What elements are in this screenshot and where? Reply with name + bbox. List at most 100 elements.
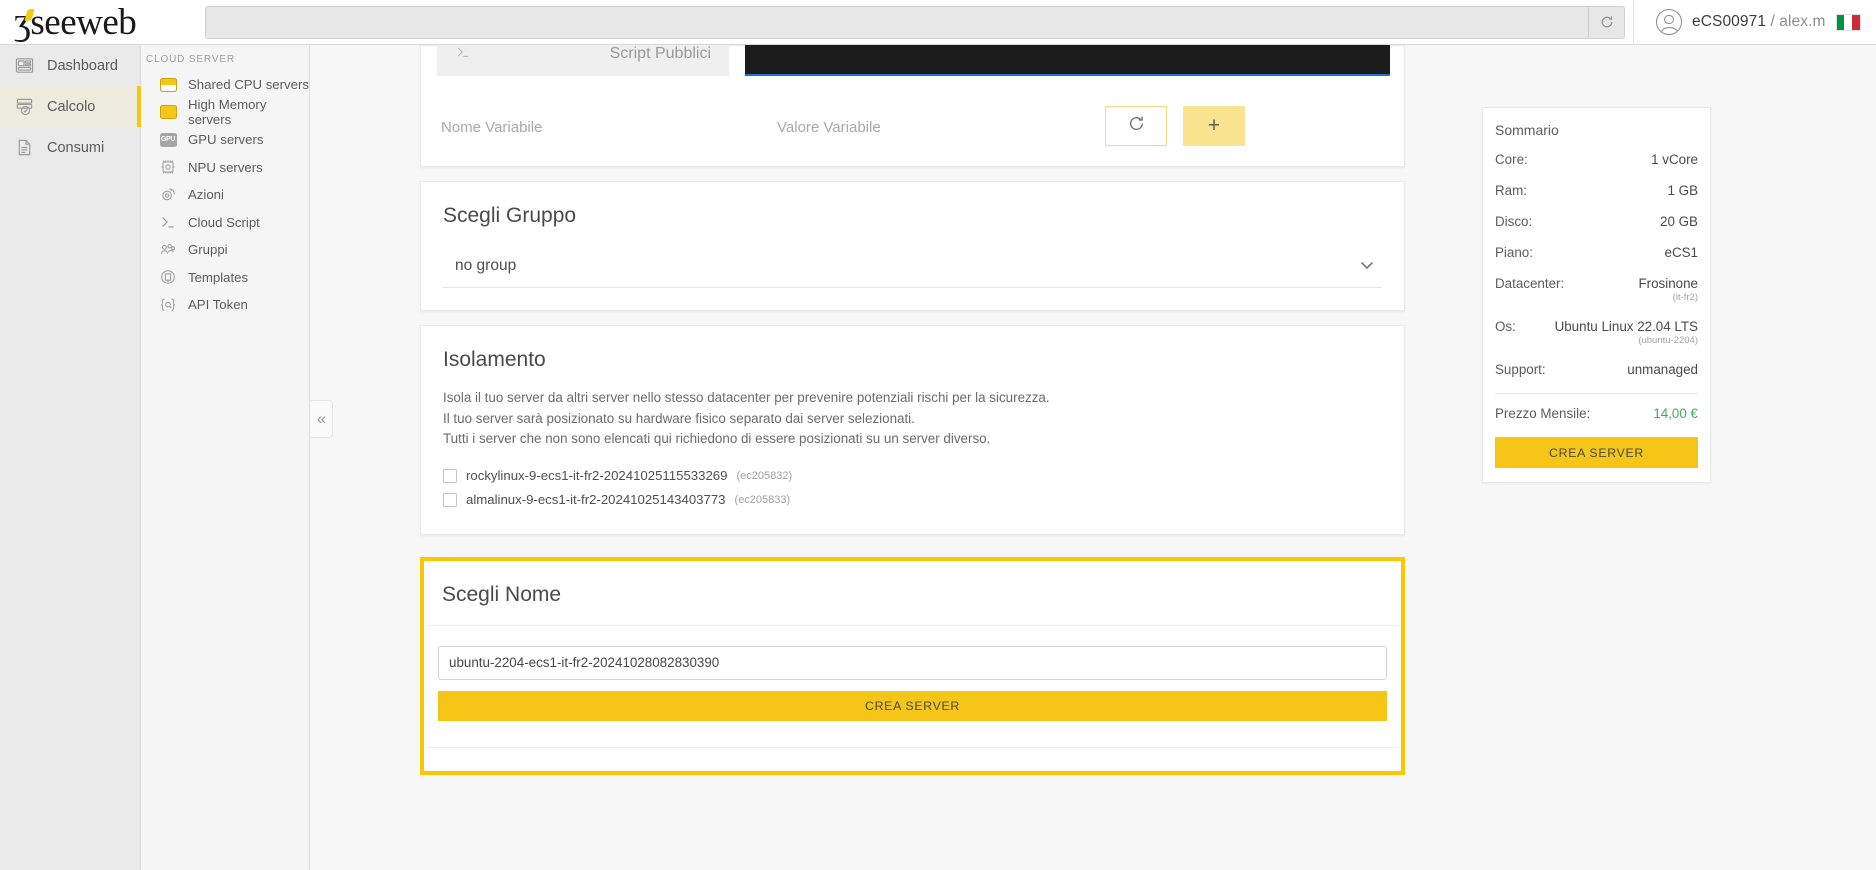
- account-separator: /: [1766, 13, 1780, 30]
- summary-label: Core:: [1495, 152, 1528, 167]
- subnav-item-label: High Memory servers: [188, 97, 267, 128]
- variable-name-placeholder[interactable]: Nome Variabile: [441, 119, 542, 136]
- summary-panel: Sommario Core: 1 vCore Ram: 1 GB Disco: …: [1482, 107, 1711, 483]
- gear-refresh-icon: [158, 185, 178, 205]
- script-public-tab[interactable]: Script Pubblici: [437, 45, 729, 76]
- summary-value-sub: (ubuntu-2204): [1638, 335, 1698, 346]
- summary-label: Support:: [1495, 362, 1546, 377]
- group-select-value: no group: [455, 256, 517, 274]
- cloud-script-card: Script Pubblici Nome Variabile Valore Va…: [420, 45, 1405, 167]
- name-section-footer: [426, 746, 1399, 769]
- secondary-sidebar: CLOUD SERVER Shared CPU servers High Mem…: [141, 45, 310, 870]
- global-search[interactable]: [205, 5, 1625, 39]
- subnav-item-templates[interactable]: Templates: [141, 264, 309, 292]
- script-public-tab-label: Script Pubblici: [609, 45, 711, 62]
- sidebar-item-label: Consumi: [47, 139, 105, 156]
- summary-value: 1 vCore: [1651, 152, 1698, 167]
- server-name-input[interactable]: [438, 645, 1387, 680]
- chevron-down-icon: [1360, 258, 1374, 273]
- summary-row-piano: Piano: eCS1: [1495, 245, 1698, 260]
- summary-label: Ram:: [1495, 183, 1527, 198]
- isolation-server-id: (ec205832): [736, 469, 793, 482]
- isolation-checkbox[interactable]: [443, 468, 457, 483]
- variables-add-button[interactable]: +: [1183, 106, 1245, 146]
- list-item[interactable]: almalinux-9-ecs1-it-fr2-2024102514340377…: [443, 488, 1382, 512]
- summary-row-disco: Disco: 20 GB: [1495, 214, 1698, 229]
- summary-value: eCS1: [1664, 245, 1699, 260]
- sidebar-collapse-button[interactable]: «: [311, 400, 333, 438]
- summary-row-datacenter: Datacenter: Frosinone (it-fr2): [1495, 276, 1698, 303]
- summary-value: unmanaged: [1627, 362, 1698, 377]
- isolation-server-list: rockylinux-9-ecs1-it-fr2-202410251155332…: [421, 450, 1404, 534]
- form-column: Script Pubblici Nome Variabile Valore Va…: [420, 45, 1405, 775]
- summary-row-ram: Ram: 1 GB: [1495, 183, 1698, 198]
- plus-icon: +: [1207, 114, 1221, 137]
- group-select[interactable]: no group: [443, 244, 1382, 288]
- search-input[interactable]: [206, 6, 1588, 38]
- sidebar-item-calcolo[interactable]: Calcolo: [0, 86, 141, 127]
- subnav-item-label: API Token: [188, 297, 248, 313]
- primary-sidebar: Dashboard Calcolo Consumi: [0, 45, 141, 870]
- summary-value: Frosinone (it-fr2): [1638, 276, 1698, 303]
- user-menu[interactable]: eCS00971 / alex.m: [1633, 0, 1875, 45]
- top-header: ʒ seeweb eCS00971 / alex.m: [0, 0, 1876, 45]
- isolation-server-name: rockylinux-9-ecs1-it-fr2-202410251155332…: [466, 468, 728, 483]
- sidebar-item-consumi[interactable]: Consumi: [0, 127, 140, 168]
- subnav-item-label: GPU servers: [188, 132, 264, 148]
- subnav-item-shared-cpu-servers[interactable]: Shared CPU servers: [141, 71, 309, 99]
- npu-chip-icon: [158, 157, 178, 177]
- sidebar-item-label: Dashboard: [47, 57, 118, 74]
- subnav-item-label: Gruppi: [188, 242, 228, 258]
- isolation-server-name: almalinux-9-ecs1-it-fr2-2024102514340377…: [466, 492, 726, 507]
- subnav-item-npu-servers[interactable]: NPU servers: [141, 154, 309, 182]
- terminal-icon: [455, 45, 471, 65]
- users-group-icon: [158, 240, 178, 260]
- summary-label: Datacenter:: [1495, 276, 1565, 291]
- subnav-item-cloud-script[interactable]: Cloud Script: [141, 209, 309, 237]
- variables-refresh-button[interactable]: [1105, 106, 1167, 146]
- subnav-item-label: Cloud Script: [188, 214, 260, 230]
- terminal-icon: [158, 212, 178, 232]
- summary-row-price: Prezzo Mensile: 14,00 €: [1495, 406, 1698, 421]
- price-label: Prezzo Mensile:: [1495, 406, 1591, 421]
- template-icon: [158, 267, 178, 287]
- brand-logo[interactable]: ʒ seeweb: [0, 0, 171, 45]
- subnav-title: CLOUD SERVER: [146, 54, 235, 65]
- account-label: eCS00971 / alex.m: [1692, 13, 1826, 31]
- create-server-button-main[interactable]: CREA SERVER: [438, 690, 1387, 721]
- subnav-item-label: Azioni: [188, 187, 224, 203]
- create-server-button-summary[interactable]: CREA SERVER: [1495, 437, 1698, 468]
- language-flag-icon[interactable]: [1835, 13, 1861, 31]
- sidebar-item-dashboard[interactable]: Dashboard: [0, 45, 140, 86]
- subnav-item-label: Shared CPU servers: [188, 77, 309, 93]
- isolation-description: Isola il tuo server da altri server nell…: [421, 388, 1404, 450]
- summary-value-text: Frosinone: [1638, 276, 1698, 291]
- summary-value: 1 GB: [1667, 183, 1698, 198]
- subnav-item-gruppi[interactable]: Gruppi: [141, 236, 309, 264]
- name-section: Scegli Nome CREA SERVER: [426, 563, 1399, 769]
- summary-value: 20 GB: [1660, 214, 1698, 229]
- list-item[interactable]: rockylinux-9-ecs1-it-fr2-202410251155332…: [443, 464, 1382, 488]
- summary-row-core: Core: 1 vCore: [1495, 152, 1698, 167]
- summary-label: Os:: [1495, 319, 1516, 334]
- summary-divider: [1495, 393, 1698, 394]
- code-editor-area[interactable]: [745, 45, 1390, 76]
- logo-mark-icon: ʒ: [14, 1, 31, 43]
- subnav-item-gpu-servers[interactable]: GPU GPU servers: [141, 126, 309, 154]
- summary-title: Sommario: [1495, 122, 1559, 138]
- dashboard-icon: [13, 55, 35, 77]
- group-section: Scegli Gruppo no group: [420, 181, 1405, 311]
- subnav-item-azioni[interactable]: Azioni: [141, 181, 309, 209]
- main-content: Script Pubblici Nome Variabile Valore Va…: [310, 45, 1876, 870]
- subnav-item-api-token[interactable]: API Token: [141, 291, 309, 319]
- summary-label: Piano:: [1495, 245, 1533, 260]
- summary-row-os: Os: Ubuntu Linux 22.04 LTS (ubuntu-2204): [1495, 319, 1698, 346]
- search-refresh-icon[interactable]: [1588, 6, 1624, 38]
- api-token-icon: [158, 295, 178, 315]
- isolation-checkbox[interactable]: [443, 492, 457, 507]
- isolation-section: Isolamento Isola il tuo server da altri …: [420, 325, 1405, 535]
- variable-value-placeholder[interactable]: Valore Variabile: [777, 119, 881, 136]
- isolation-desc-line-3: Tutti i server che non sono elencati qui…: [443, 431, 991, 446]
- subnav-item-high-memory-servers[interactable]: High Memory servers: [141, 97, 309, 128]
- avatar: [1656, 9, 1682, 35]
